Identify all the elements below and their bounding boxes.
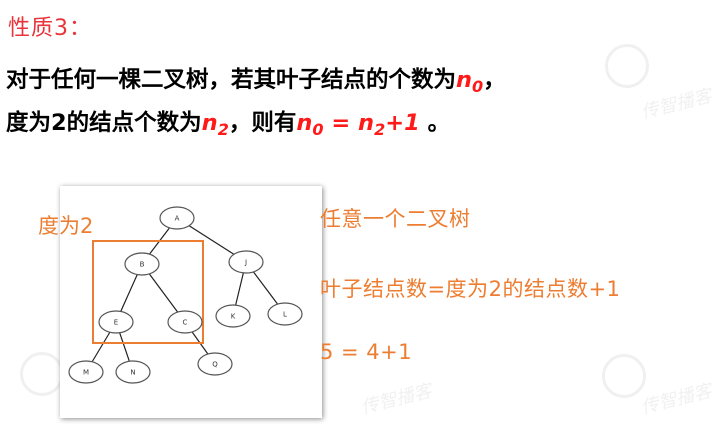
tree-node-K: K: [215, 304, 251, 328]
tree-node-label: K: [231, 313, 236, 321]
tree-node-label: L: [283, 311, 287, 319]
tree-node-M: M: [68, 360, 104, 384]
n2-symbol: n2: [201, 110, 229, 139]
tree-node-L: L: [267, 302, 303, 326]
tree-node-J: J: [228, 250, 264, 274]
watermark-text: 传智播客: [358, 380, 434, 419]
tree-node-label: E: [114, 319, 118, 327]
tree-node-B: B: [124, 252, 160, 276]
watermark-seal-icon: [20, 352, 64, 396]
tree-node-label: M: [83, 369, 89, 377]
watermark-seal-icon: [602, 354, 646, 398]
tree-node-C: C: [167, 310, 203, 334]
note-any-binary-tree: 任意一个二叉树: [320, 207, 471, 231]
watermark-text: 传智播客: [638, 380, 714, 419]
tree-node-label: Q: [212, 361, 218, 369]
property-statement: 对于任何一棵二叉树，若其叶子结点的个数为n0， 度为2的结点个数为n2，则有n0…: [6, 62, 716, 148]
tree-node-label: B: [140, 261, 145, 269]
formula: n0 = n2+1: [296, 110, 420, 139]
tree-node-E: E: [98, 310, 134, 334]
binary-tree-diagram: A B J E C K L M N Q: [68, 206, 303, 384]
tree-node-A: A: [159, 206, 195, 230]
tree-node-Q: Q: [197, 352, 233, 376]
tree-node-N: N: [115, 360, 151, 384]
tree-node-label: J: [244, 259, 247, 267]
statement-line-2: 度为2的结点个数为n2，则有n0 = n2+1 。: [6, 110, 451, 139]
property-heading: 性质3：: [8, 16, 93, 41]
note-example-equation: 5 = 4+1: [320, 340, 413, 364]
degree-two-label: 度为2: [38, 214, 94, 238]
tree-node-label: C: [183, 319, 188, 327]
tree-node-label: N: [130, 369, 135, 377]
n0-symbol: n0: [456, 67, 484, 96]
binary-tree-figure: A B J E C K L M N Q: [60, 186, 322, 418]
note-leaf-count-rule: 叶子结点数=度为2的结点数+1: [320, 277, 621, 301]
statement-line-1: 对于任何一棵二叉树，若其叶子结点的个数为n0，: [6, 67, 506, 96]
tree-node-label: A: [175, 215, 180, 223]
